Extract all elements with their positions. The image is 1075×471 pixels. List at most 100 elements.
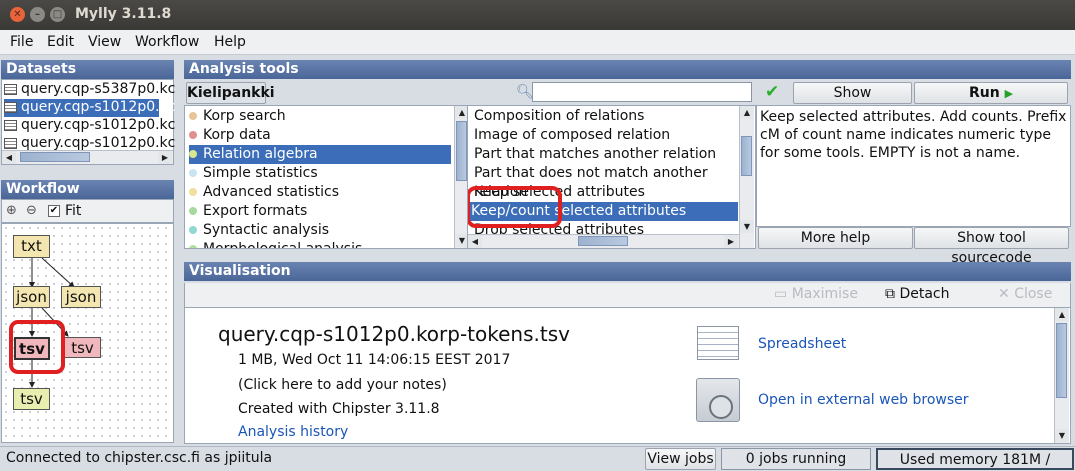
category-dot-icon — [189, 112, 197, 120]
table-icon — [4, 119, 17, 131]
workflow-node-json[interactable]: json — [13, 286, 50, 308]
scroll-up-icon[interactable]: ▲ — [1055, 308, 1069, 321]
workflow-canvas[interactable]: txt json json tsv tsv tsv — [1, 223, 174, 443]
maximise-button[interactable]: ▭ Maximise — [774, 286, 858, 302]
workflow-toolbar: ⊕ ⊖ ✔ Fit — [1, 199, 174, 223]
scroll-left-icon[interactable]: ◀ — [2, 151, 16, 164]
datasets-list: query.cqp-s5387p0.kc query.cqp-s1012p0.k… — [1, 79, 175, 165]
connection-status: Connected to chipster.csc.fi as jpiitula — [6, 450, 273, 466]
tool-item[interactable]: Image of composed relation — [471, 126, 735, 145]
jobs-running-status: 0 jobs running — [721, 448, 871, 470]
highlight-circle — [468, 186, 562, 228]
file-icon — [4, 83, 17, 95]
title-bar: ✕ – □ Mylly 3.11.8 — [0, 0, 1075, 30]
show-sourcecode-button[interactable]: Show tool sourcecode — [914, 227, 1069, 266]
workflow-node-json[interactable]: json — [61, 286, 101, 308]
category-dot-icon — [189, 207, 197, 215]
visualisation-vscroll[interactable]: ▲ ▼ — [1054, 308, 1069, 443]
menu-help[interactable]: Help — [214, 34, 246, 50]
tool-hscroll[interactable]: ◀ ▶ — [468, 234, 739, 248]
file-title: query.cqp-s1012p0.korp-tokens.tsv — [218, 322, 570, 346]
category-dot-icon — [189, 226, 197, 234]
scroll-right-icon[interactable]: ▶ — [158, 151, 172, 164]
datasets-hscroll[interactable]: ◀ ▶ — [2, 150, 173, 164]
category-item[interactable]: Syntactic analysis — [189, 221, 451, 240]
memory-status[interactable]: Used memory 181M / 800M — [876, 448, 1074, 470]
category-item[interactable]: Morphological analysis — [189, 240, 451, 248]
category-item[interactable]: Korp data — [189, 126, 451, 145]
category-item[interactable]: Simple statistics — [189, 164, 451, 183]
highlight-circle — [9, 320, 65, 374]
close-button[interactable]: ✕ Close — [998, 286, 1052, 302]
category-dot-icon — [189, 245, 197, 248]
open-browser-link[interactable]: Open in external web browser — [758, 392, 969, 408]
tool-item[interactable]: Composition of relations — [471, 107, 735, 126]
table-icon — [4, 137, 17, 149]
zoom-in-icon[interactable]: ⊕ — [6, 203, 17, 218]
zoom-out-icon[interactable]: ⊖ — [26, 203, 37, 218]
created-with: Created with Chipster 3.11.8 — [238, 401, 440, 417]
scroll-thumb[interactable] — [456, 121, 467, 181]
tool-item[interactable]: Part that matches another relation — [471, 145, 735, 164]
minimize-window-icon[interactable]: – — [30, 7, 45, 22]
scroll-down-icon[interactable]: ▼ — [1055, 429, 1069, 442]
category-dot-icon — [189, 150, 197, 158]
maximize-window-icon[interactable]: □ — [50, 7, 65, 22]
visualisation-toolbar: ▭ Maximise ⧉ Detach ✕ Close — [184, 283, 1071, 307]
menu-edit[interactable]: Edit — [47, 34, 74, 50]
spreadsheet-link[interactable]: Spreadsheet — [758, 336, 846, 352]
category-item[interactable]: Export formats — [189, 202, 451, 221]
tool-vscroll[interactable]: ▲ ▼ — [739, 106, 754, 248]
menu-file[interactable]: File — [10, 34, 33, 50]
search-input[interactable] — [532, 82, 752, 102]
scroll-thumb[interactable] — [1056, 323, 1067, 398]
scroll-thumb[interactable] — [741, 136, 752, 176]
play-icon: ▶ — [1004, 87, 1014, 100]
category-item-selected[interactable]: Relation algebra — [189, 145, 451, 164]
dataset-item-selected[interactable]: query.cqp-s1012p0.kc — [4, 99, 175, 117]
scroll-up-icon[interactable]: ▲ — [740, 106, 754, 119]
table-icon — [4, 101, 17, 113]
tool-item[interactable]: Part that does not match another relatio… — [471, 164, 735, 200]
browser-icon[interactable] — [696, 378, 740, 422]
tool-description: Keep selected attributes. Add counts. Pr… — [756, 105, 1071, 227]
dataset-item[interactable]: query.cqp-s5387p0.kc — [4, 81, 175, 99]
close-window-icon[interactable]: ✕ — [10, 7, 25, 22]
analysis-history-link[interactable]: Analysis history — [238, 424, 348, 440]
scroll-down-icon[interactable]: ▼ — [740, 220, 754, 233]
visualisation-header: Visualisation — [184, 262, 1071, 281]
run-button[interactable]: Run ▶ — [914, 82, 1068, 104]
workflow-node-tsv[interactable]: tsv — [64, 337, 101, 358]
notes-field[interactable]: (Click here to add your notes) — [238, 377, 447, 393]
detach-button[interactable]: ⧉ Detach — [885, 286, 950, 302]
scroll-thumb[interactable] — [578, 236, 628, 246]
scroll-thumb[interactable] — [20, 152, 90, 162]
analysis-tools-header: Analysis tools — [184, 60, 1071, 79]
category-item[interactable]: Advanced statistics — [189, 183, 451, 202]
view-jobs-button[interactable]: View jobs — [645, 448, 716, 470]
category-dot-icon — [189, 131, 197, 139]
datasets-header: Datasets — [1, 60, 174, 79]
workflow-node-tsv[interactable]: tsv — [13, 388, 50, 410]
category-item[interactable]: Korp search — [189, 107, 451, 126]
category-dot-icon — [189, 188, 197, 196]
menu-view[interactable]: View — [88, 34, 121, 50]
spreadsheet-icon[interactable] — [697, 326, 739, 360]
maximise-icon: ▭ — [774, 286, 788, 302]
scroll-left-icon[interactable]: ◀ — [468, 235, 482, 248]
file-info: 1 MB, Wed Oct 11 14:06:15 EEST 2017 — [238, 352, 511, 368]
visualisation-panel: query.cqp-s1012p0.korp-tokens.tsv 1 MB, … — [184, 307, 1071, 444]
tool-list: Composition of relations Image of compos… — [467, 105, 756, 249]
window-title: Mylly 3.11.8 — [75, 6, 172, 22]
workflow-header: Workflow — [1, 180, 174, 199]
fit-checkbox[interactable]: ✔ — [48, 205, 60, 217]
scroll-right-icon[interactable]: ▶ — [724, 235, 738, 248]
show-parameters-button[interactable]: Show parameters — [793, 82, 912, 121]
workflow-node-txt[interactable]: txt — [13, 235, 50, 258]
category-dot-icon — [189, 169, 197, 177]
tab-kielipankki[interactable]: Kielipankki — [186, 82, 275, 104]
menu-workflow[interactable]: Workflow — [135, 34, 199, 50]
dataset-item[interactable]: query.cqp-s1012p0.kc — [4, 117, 175, 135]
more-help-button[interactable]: More help — [758, 227, 913, 249]
fit-label: Fit — [65, 203, 82, 219]
